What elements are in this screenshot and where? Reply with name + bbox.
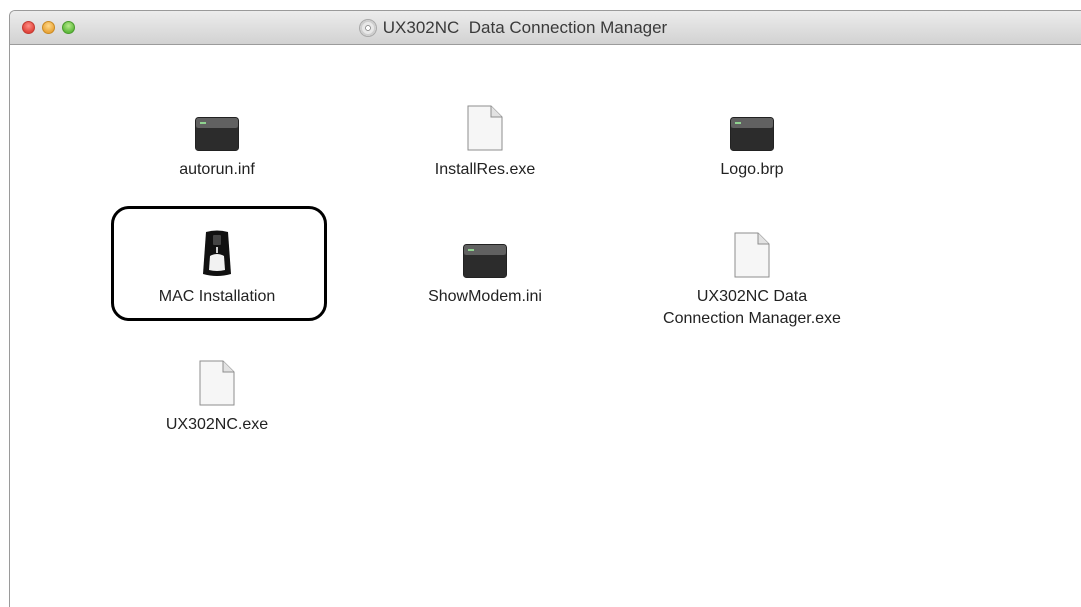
highlight-callout-box [111,206,327,321]
file-name-line-1: UX302NC Data [696,288,808,305]
blank-document-icon [734,218,770,278]
file-name: UX302NC.exe [165,416,269,433]
window-title: UX302NC Data Connection Manager [382,18,668,37]
file-name: Logo.brp [720,161,784,178]
file-name-line-2: Connection Manager.exe [663,310,841,327]
file-name: InstallRes.exe [434,161,536,178]
file-item-ux302nc-exe[interactable]: UX302NC.exe [97,346,337,436]
title-bar[interactable]: UX302NC Data Connection Manager [10,11,1081,45]
file-item-showmodem-ini[interactable]: ShowModem.ini [365,218,605,308]
file-item-logo-brp[interactable]: Logo.brp [632,91,872,181]
terminal-document-icon [730,91,774,151]
file-name: ShowModem.ini [428,288,542,305]
file-name: autorun.inf [179,161,255,178]
file-name: UX302NC Data Connection Manager.exe [632,286,872,330]
finder-window: UX302NC Data Connection Manager autorun.… [9,10,1081,607]
blank-document-icon [467,91,503,151]
file-item-installres-exe[interactable]: InstallRes.exe [365,91,605,181]
blank-document-icon [199,346,235,406]
terminal-document-icon [195,91,239,151]
file-item-autorun-inf[interactable]: autorun.inf [97,91,337,181]
cd-disc-icon [358,19,377,37]
window-title-area: UX302NC Data Connection Manager [10,11,1081,45]
file-item-ux302nc-data-connection-manager-exe[interactable]: UX302NC Data Connection Manager.exe [632,218,872,330]
terminal-document-icon [463,218,507,278]
